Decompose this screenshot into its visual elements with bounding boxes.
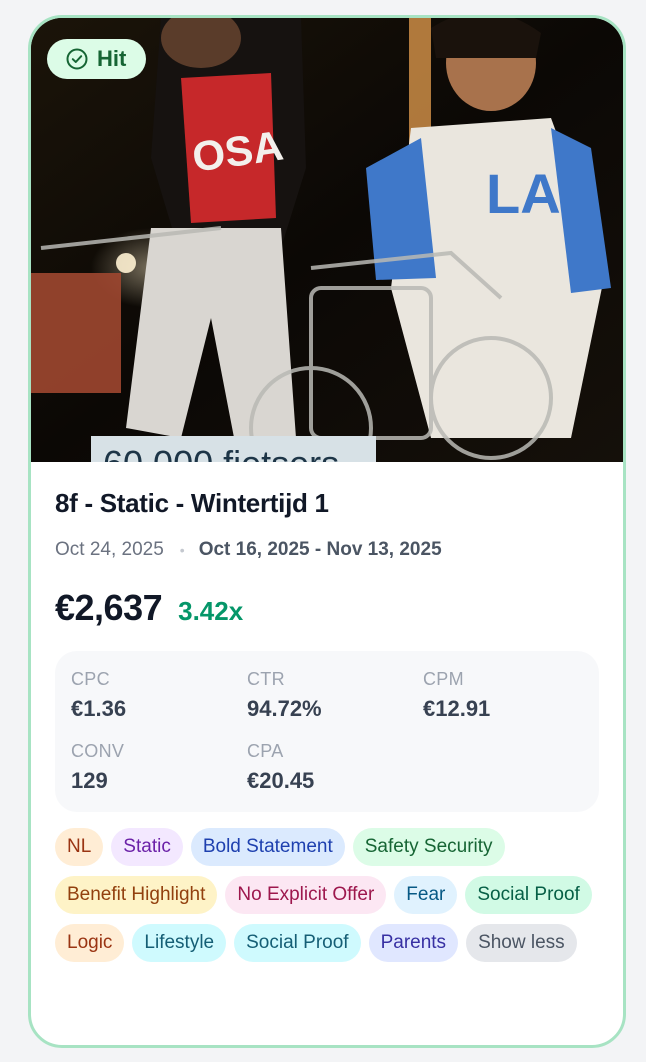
tag-no-explicit-offer: No Explicit Offer bbox=[225, 876, 387, 914]
metric-label: CPC bbox=[71, 669, 110, 689]
metric-conv: CONV 129 bbox=[71, 741, 124, 794]
spend-value: €2,637 bbox=[55, 587, 163, 628]
metric-cpa: CPA €20.45 bbox=[247, 741, 314, 794]
ad-image: OSA LA 60.000 fietsers bbox=[31, 18, 623, 462]
spend-row: €2,637 3.42x bbox=[55, 587, 599, 629]
ad-creative-card[interactable]: OSA LA 60.000 fietsers bbox=[28, 15, 626, 1048]
metric-label: CPA bbox=[247, 741, 284, 761]
metric-value: €12.91 bbox=[423, 696, 491, 721]
tag-parents: Parents bbox=[368, 924, 459, 962]
created-date: Oct 24, 2025 bbox=[55, 539, 164, 560]
tag-fear: Fear bbox=[394, 876, 458, 914]
tag-logic: Logic bbox=[55, 924, 125, 962]
performance-badge: Hit bbox=[47, 39, 147, 79]
metric-label: CPM bbox=[423, 669, 464, 689]
tag-static: Static bbox=[111, 828, 183, 866]
metric-value: 94.72% bbox=[247, 696, 322, 721]
metrics-panel: CPC €1.36 CTR 94.72% CPM €12.91 CONV 129… bbox=[55, 651, 599, 812]
tag-list: NL Static Bold Statement Safety Security… bbox=[55, 828, 603, 962]
metric-label: CTR bbox=[247, 669, 285, 689]
metric-value: €1.36 bbox=[71, 696, 127, 721]
card-body: 8f - Static - Wintertijd 1 Oct 24, 2025 … bbox=[31, 462, 623, 962]
tag-social-proof-2: Social Proof bbox=[234, 924, 361, 962]
roas-value: 3.42x bbox=[178, 596, 244, 626]
metric-value: 129 bbox=[71, 768, 108, 793]
metric-value: €20.45 bbox=[247, 768, 315, 793]
tag-benefit-highlight: Benefit Highlight bbox=[55, 876, 218, 914]
metric-ctr: CTR 94.72% bbox=[247, 669, 322, 722]
ad-photo-illustration: OSA LA 60.000 fietsers bbox=[31, 18, 623, 462]
metric-label: CONV bbox=[71, 741, 125, 761]
tag-social-proof: Social Proof bbox=[465, 876, 592, 914]
tag-safety-security: Safety Security bbox=[352, 828, 505, 866]
metric-cpc: CPC €1.36 bbox=[71, 669, 126, 722]
check-circle-icon bbox=[65, 47, 89, 71]
tag-bold-statement: Bold Statement bbox=[190, 828, 345, 866]
image-caption: 60.000 fietsers bbox=[103, 443, 339, 462]
date-row: Oct 24, 2025 • Oct 16, 2025 - Nov 13, 20… bbox=[55, 539, 599, 561]
ad-title: 8f - Static - Wintertijd 1 bbox=[55, 488, 329, 518]
tag-nl: NL bbox=[55, 828, 104, 866]
metric-cpm: CPM €12.91 bbox=[423, 669, 490, 722]
badge-label: Hit bbox=[97, 46, 127, 71]
show-less-button[interactable]: Show less bbox=[466, 924, 577, 962]
date-separator: • bbox=[179, 542, 185, 558]
date-range: Oct 16, 2025 - Nov 13, 2025 bbox=[198, 539, 442, 560]
tag-lifestyle: Lifestyle bbox=[132, 924, 227, 962]
svg-text:LA: LA bbox=[486, 162, 561, 225]
